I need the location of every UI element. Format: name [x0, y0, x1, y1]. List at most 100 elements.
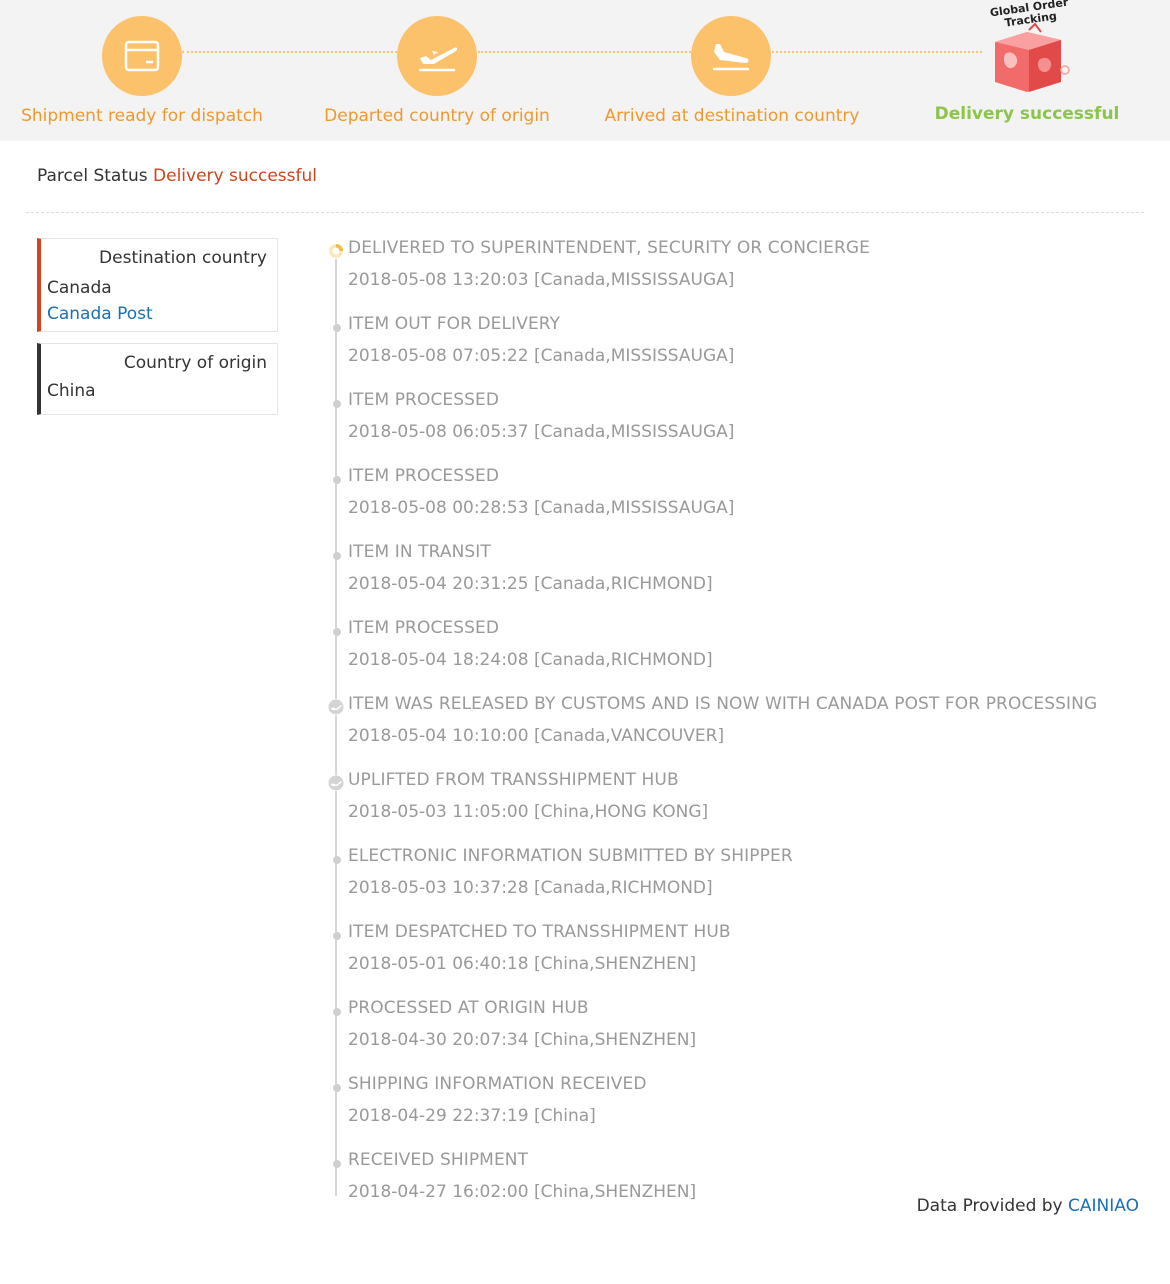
progress-connector: [478, 51, 691, 53]
event-title: ITEM DESPATCHED TO TRANSSHIPMENT HUB: [348, 922, 731, 942]
event-location: [China,SHENZHEN]: [533, 1030, 697, 1050]
timeline-event: ITEM PROCESSED 2018-05-08 00:28:53 [Canad…: [333, 466, 1128, 542]
data-provider: Data Provided by CAINIAO: [917, 1196, 1139, 1216]
step-label-delivered: Delivery successful: [934, 104, 1120, 124]
event-meta: 2018-04-27 16:02:00 [China,SHENZHEN]: [348, 1182, 696, 1202]
timeline-dot: [333, 552, 341, 560]
timeline-event: PROCESSED AT ORIGIN HUB 2018-04-30 20:07:…: [333, 998, 1128, 1074]
event-location: [Canada,MISSISSAUGA]: [533, 498, 735, 518]
timeline-event: ITEM IN TRANSIT 2018-05-04 20:31:25 [Cana…: [333, 542, 1128, 618]
event-time: 2018-05-08 00:28:53: [348, 498, 529, 518]
parcel-status: Parcel Status Delivery successful: [37, 166, 317, 186]
event-location: [Canada,RICHMOND]: [533, 574, 713, 594]
event-meta: 2018-05-01 06:40:18 [China,SHENZHEN]: [348, 954, 696, 974]
event-title: ELECTRONIC INFORMATION SUBMITTED BY SHIP…: [348, 846, 793, 866]
timeline-event: ITEM WAS RELEASED BY CUSTOMS AND IS NOW …: [328, 694, 1128, 770]
event-location: [China,SHENZHEN]: [533, 1182, 697, 1202]
event-title: ITEM PROCESSED: [348, 390, 500, 410]
carrier-link[interactable]: Canada Post: [47, 304, 153, 324]
event-location: [Canada,MISSISSAUGA]: [533, 346, 735, 366]
event-location: [Canada,MISSISSAUGA]: [533, 270, 735, 290]
event-title: RECEIVED SHIPMENT: [348, 1150, 529, 1170]
plane-landing-icon: [691, 16, 771, 96]
global-order-tracking-box-icon: Global Order Tracking: [985, 0, 1075, 97]
event-title: SHIPPING INFORMATION RECEIVED: [348, 1074, 647, 1094]
event-meta: 2018-05-08 13:20:03 [Canada,MISSISSAUGA]: [348, 270, 734, 290]
event-time: 2018-05-04 20:31:25: [348, 574, 529, 594]
step-label-dispatch: Shipment ready for dispatch: [21, 106, 263, 126]
timeline-event: UPLIFTED FROM TRANSSHIPMENT HUB 2018-05-0…: [328, 770, 1128, 846]
event-meta: 2018-05-03 11:05:00 [China,HONG KONG]: [348, 802, 708, 822]
event-meta: 2018-04-29 22:37:19 [China]: [348, 1106, 596, 1126]
event-title: ITEM PROCESSED: [348, 466, 500, 486]
event-title: ITEM PROCESSED: [348, 618, 500, 638]
step-label-departed: Departed country of origin: [324, 106, 550, 126]
timeline-event: ITEM DESPATCHED TO TRANSSHIPMENT HUB 2018…: [333, 922, 1128, 998]
data-provider-label: Data Provided by: [916, 1196, 1063, 1216]
parcel-status-value: Delivery successful: [153, 166, 317, 186]
timeline-dot: [333, 1008, 341, 1016]
event-location: [China,SHENZHEN]: [533, 954, 697, 974]
timeline-event: ITEM PROCESSED 2018-05-04 18:24:08 [Canad…: [333, 618, 1128, 694]
event-time: 2018-05-08 07:05:22: [348, 346, 529, 366]
event-location: [Canada,RICHMOND]: [533, 878, 713, 898]
timeline-dot: [333, 932, 341, 940]
event-meta: 2018-05-03 10:37:28 [Canada,RICHMOND]: [348, 878, 713, 898]
progress-connector: [772, 51, 982, 53]
event-meta: 2018-05-04 20:31:25 [Canada,RICHMOND]: [348, 574, 713, 594]
step-label-arrived: Arrived at destination country: [604, 106, 860, 126]
timeline-event: ITEM OUT FOR DELIVERY 2018-05-08 07:05:22…: [333, 314, 1128, 390]
origin-country: China: [47, 381, 96, 401]
timeline-dot: [333, 324, 341, 332]
cainiao-link[interactable]: CAINIAO: [1068, 1196, 1139, 1216]
event-meta: 2018-05-04 10:10:00 [Canada,VANCOUVER]: [348, 726, 724, 746]
origin-card: Country of origin China: [37, 343, 278, 415]
timeline-dot: [333, 1084, 341, 1092]
delivered-marker-icon: [328, 243, 344, 259]
event-time: 2018-05-08 13:20:03: [348, 270, 529, 290]
destination-card: Destination country Canada Canada Post: [37, 238, 278, 332]
event-location: [China]: [533, 1106, 596, 1126]
event-time: 2018-05-04 10:10:00: [348, 726, 529, 746]
timeline-dot: [333, 1160, 341, 1168]
event-title: PROCESSED AT ORIGIN HUB: [348, 998, 589, 1018]
plane-marker-icon: [328, 699, 344, 715]
event-title: UPLIFTED FROM TRANSSHIPMENT HUB: [348, 770, 679, 790]
event-title: ITEM OUT FOR DELIVERY: [348, 314, 561, 334]
event-meta: 2018-05-08 07:05:22 [Canada,MISSISSAUGA]: [348, 346, 734, 366]
event-time: 2018-05-03 10:37:28: [348, 878, 529, 898]
event-meta: 2018-05-08 00:28:53 [Canada,MISSISSAUGA]: [348, 498, 734, 518]
divider: [26, 212, 1144, 213]
plane-marker-icon: [328, 775, 344, 791]
shipment-progress-bar: Shipment ready for dispatch Departed cou…: [0, 0, 1170, 141]
event-title: ITEM IN TRANSIT: [348, 542, 491, 562]
event-time: 2018-05-04 18:24:08: [348, 650, 529, 670]
timeline-line: [335, 248, 337, 1196]
event-time: 2018-04-29 22:37:19: [348, 1106, 529, 1126]
event-time: 2018-05-01 06:40:18: [348, 954, 529, 974]
plane-takeoff-icon: [397, 16, 477, 96]
event-meta: 2018-05-04 18:24:08 [Canada,RICHMOND]: [348, 650, 713, 670]
parcel-status-label: Parcel Status: [37, 166, 148, 186]
timeline-event: DELIVERED TO SUPERINTENDENT, SECURITY OR…: [328, 238, 1128, 314]
event-title: ITEM WAS RELEASED BY CUSTOMS AND IS NOW …: [348, 694, 1098, 714]
destination-country: Canada: [47, 278, 112, 298]
event-time: 2018-05-03 11:05:00: [348, 802, 529, 822]
timeline-dot: [333, 856, 341, 864]
timeline-dot: [333, 628, 341, 636]
event-time: 2018-05-08 06:05:37: [348, 422, 529, 442]
timeline-event: ITEM PROCESSED 2018-05-08 06:05:37 [Canad…: [333, 390, 1128, 466]
progress-connector: [182, 51, 397, 53]
event-time: 2018-04-27 16:02:00: [348, 1182, 529, 1202]
timeline-dot: [333, 476, 341, 484]
event-meta: 2018-05-08 06:05:37 [Canada,MISSISSAUGA]: [348, 422, 734, 442]
timeline-event: ELECTRONIC INFORMATION SUBMITTED BY SHIP…: [333, 846, 1128, 922]
event-location: [China,HONG KONG]: [533, 802, 709, 822]
timeline-event: SHIPPING INFORMATION RECEIVED 2018-04-29 …: [333, 1074, 1128, 1150]
timeline-dot: [333, 400, 341, 408]
event-meta: 2018-04-30 20:07:34 [China,SHENZHEN]: [348, 1030, 696, 1050]
destination-heading: Destination country: [99, 248, 267, 268]
package-icon: [102, 16, 182, 96]
origin-heading: Country of origin: [123, 353, 267, 373]
event-location: [Canada,RICHMOND]: [533, 650, 713, 670]
